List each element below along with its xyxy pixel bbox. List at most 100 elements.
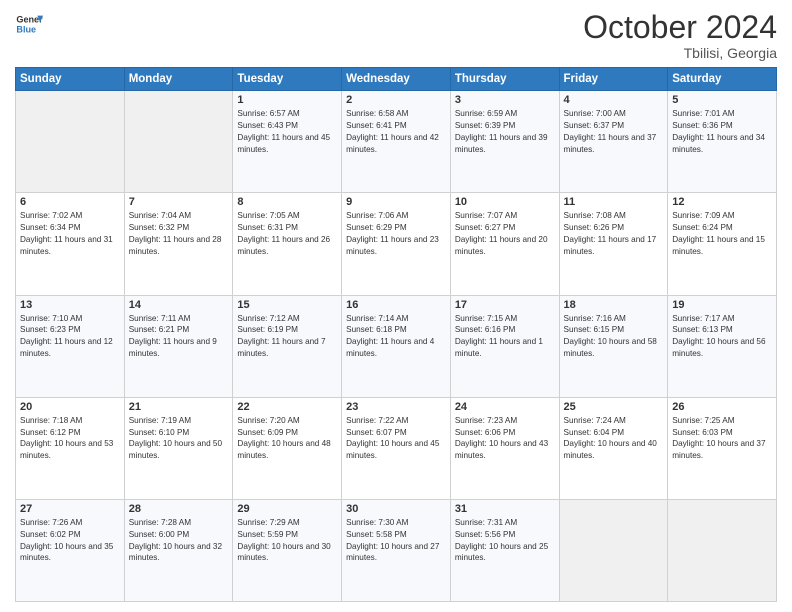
calendar-cell: 2 Sunrise: 6:58 AMSunset: 6:41 PMDayligh… [342,91,451,193]
header: General Blue October 2024 Tbilisi, Georg… [15,10,777,61]
day-number: 15 [237,299,337,311]
day-info: Sunrise: 7:11 AMSunset: 6:21 PMDaylight:… [129,313,229,361]
day-number: 11 [564,196,664,208]
day-number: 16 [346,299,446,311]
day-info: Sunrise: 7:08 AMSunset: 6:26 PMDaylight:… [564,210,664,258]
month-title: October 2024 [583,10,777,45]
calendar-cell: 10 Sunrise: 7:07 AMSunset: 6:27 PMDaylig… [450,193,559,295]
day-number: 22 [237,401,337,413]
calendar-week-3: 13 Sunrise: 7:10 AMSunset: 6:23 PMDaylig… [16,295,777,397]
day-number: 25 [564,401,664,413]
calendar-cell: 29 Sunrise: 7:29 AMSunset: 5:59 PMDaylig… [233,499,342,601]
calendar-cell: 12 Sunrise: 7:09 AMSunset: 6:24 PMDaylig… [668,193,777,295]
day-number: 19 [672,299,772,311]
calendar-cell: 8 Sunrise: 7:05 AMSunset: 6:31 PMDayligh… [233,193,342,295]
day-number: 13 [20,299,120,311]
day-number: 20 [20,401,120,413]
calendar-week-2: 6 Sunrise: 7:02 AMSunset: 6:34 PMDayligh… [16,193,777,295]
calendar-cell: 3 Sunrise: 6:59 AMSunset: 6:39 PMDayligh… [450,91,559,193]
weekday-header-friday: Friday [559,68,668,91]
calendar-cell: 21 Sunrise: 7:19 AMSunset: 6:10 PMDaylig… [124,397,233,499]
title-block: October 2024 Tbilisi, Georgia [583,10,777,61]
day-number: 31 [455,503,555,515]
day-number: 5 [672,94,772,106]
day-info: Sunrise: 7:16 AMSunset: 6:15 PMDaylight:… [564,313,664,361]
calendar-table: SundayMondayTuesdayWednesdayThursdayFrid… [15,67,777,602]
day-number: 3 [455,94,555,106]
calendar-week-4: 20 Sunrise: 7:18 AMSunset: 6:12 PMDaylig… [16,397,777,499]
weekday-header-thursday: Thursday [450,68,559,91]
calendar-cell [124,91,233,193]
day-info: Sunrise: 7:00 AMSunset: 6:37 PMDaylight:… [564,108,664,156]
calendar-cell: 14 Sunrise: 7:11 AMSunset: 6:21 PMDaylig… [124,295,233,397]
calendar-cell [668,499,777,601]
calendar-cell: 23 Sunrise: 7:22 AMSunset: 6:07 PMDaylig… [342,397,451,499]
day-number: 7 [129,196,229,208]
calendar-week-1: 1 Sunrise: 6:57 AMSunset: 6:43 PMDayligh… [16,91,777,193]
day-number: 4 [564,94,664,106]
day-info: Sunrise: 6:57 AMSunset: 6:43 PMDaylight:… [237,108,337,156]
day-info: Sunrise: 7:01 AMSunset: 6:36 PMDaylight:… [672,108,772,156]
day-info: Sunrise: 7:10 AMSunset: 6:23 PMDaylight:… [20,313,120,361]
day-info: Sunrise: 7:19 AMSunset: 6:10 PMDaylight:… [129,415,229,463]
day-info: Sunrise: 7:30 AMSunset: 5:58 PMDaylight:… [346,517,446,565]
calendar-cell: 13 Sunrise: 7:10 AMSunset: 6:23 PMDaylig… [16,295,125,397]
day-number: 17 [455,299,555,311]
day-number: 14 [129,299,229,311]
day-info: Sunrise: 7:24 AMSunset: 6:04 PMDaylight:… [564,415,664,463]
day-info: Sunrise: 7:05 AMSunset: 6:31 PMDaylight:… [237,210,337,258]
day-number: 9 [346,196,446,208]
day-info: Sunrise: 7:14 AMSunset: 6:18 PMDaylight:… [346,313,446,361]
day-info: Sunrise: 7:18 AMSunset: 6:12 PMDaylight:… [20,415,120,463]
calendar-cell: 6 Sunrise: 7:02 AMSunset: 6:34 PMDayligh… [16,193,125,295]
calendar-cell: 26 Sunrise: 7:25 AMSunset: 6:03 PMDaylig… [668,397,777,499]
day-info: Sunrise: 7:09 AMSunset: 6:24 PMDaylight:… [672,210,772,258]
day-number: 21 [129,401,229,413]
calendar-cell: 19 Sunrise: 7:17 AMSunset: 6:13 PMDaylig… [668,295,777,397]
calendar-cell: 30 Sunrise: 7:30 AMSunset: 5:58 PMDaylig… [342,499,451,601]
calendar-cell: 22 Sunrise: 7:20 AMSunset: 6:09 PMDaylig… [233,397,342,499]
day-info: Sunrise: 7:26 AMSunset: 6:02 PMDaylight:… [20,517,120,565]
calendar-cell: 24 Sunrise: 7:23 AMSunset: 6:06 PMDaylig… [450,397,559,499]
page: General Blue October 2024 Tbilisi, Georg… [0,0,792,612]
calendar-week-5: 27 Sunrise: 7:26 AMSunset: 6:02 PMDaylig… [16,499,777,601]
day-number: 10 [455,196,555,208]
day-number: 30 [346,503,446,515]
calendar-cell: 7 Sunrise: 7:04 AMSunset: 6:32 PMDayligh… [124,193,233,295]
day-info: Sunrise: 7:06 AMSunset: 6:29 PMDaylight:… [346,210,446,258]
day-number: 27 [20,503,120,515]
calendar-cell: 25 Sunrise: 7:24 AMSunset: 6:04 PMDaylig… [559,397,668,499]
logo-icon: General Blue [15,10,43,38]
calendar-cell: 1 Sunrise: 6:57 AMSunset: 6:43 PMDayligh… [233,91,342,193]
calendar-cell: 31 Sunrise: 7:31 AMSunset: 5:56 PMDaylig… [450,499,559,601]
day-number: 6 [20,196,120,208]
day-info: Sunrise: 7:15 AMSunset: 6:16 PMDaylight:… [455,313,555,361]
day-info: Sunrise: 7:31 AMSunset: 5:56 PMDaylight:… [455,517,555,565]
weekday-header-tuesday: Tuesday [233,68,342,91]
day-number: 2 [346,94,446,106]
weekday-header-row: SundayMondayTuesdayWednesdayThursdayFrid… [16,68,777,91]
calendar-cell: 28 Sunrise: 7:28 AMSunset: 6:00 PMDaylig… [124,499,233,601]
day-number: 26 [672,401,772,413]
calendar-cell: 16 Sunrise: 7:14 AMSunset: 6:18 PMDaylig… [342,295,451,397]
calendar-cell: 5 Sunrise: 7:01 AMSunset: 6:36 PMDayligh… [668,91,777,193]
calendar-cell: 9 Sunrise: 7:06 AMSunset: 6:29 PMDayligh… [342,193,451,295]
calendar-cell: 20 Sunrise: 7:18 AMSunset: 6:12 PMDaylig… [16,397,125,499]
day-info: Sunrise: 7:22 AMSunset: 6:07 PMDaylight:… [346,415,446,463]
day-number: 12 [672,196,772,208]
day-info: Sunrise: 7:17 AMSunset: 6:13 PMDaylight:… [672,313,772,361]
day-number: 18 [564,299,664,311]
day-info: Sunrise: 7:04 AMSunset: 6:32 PMDaylight:… [129,210,229,258]
day-number: 1 [237,94,337,106]
weekday-header-saturday: Saturday [668,68,777,91]
day-info: Sunrise: 7:12 AMSunset: 6:19 PMDaylight:… [237,313,337,361]
logo: General Blue [15,10,43,38]
calendar-cell [559,499,668,601]
weekday-header-monday: Monday [124,68,233,91]
day-info: Sunrise: 7:29 AMSunset: 5:59 PMDaylight:… [237,517,337,565]
day-info: Sunrise: 6:59 AMSunset: 6:39 PMDaylight:… [455,108,555,156]
day-number: 8 [237,196,337,208]
day-info: Sunrise: 7:28 AMSunset: 6:00 PMDaylight:… [129,517,229,565]
calendar-cell: 17 Sunrise: 7:15 AMSunset: 6:16 PMDaylig… [450,295,559,397]
location: Tbilisi, Georgia [583,45,777,61]
